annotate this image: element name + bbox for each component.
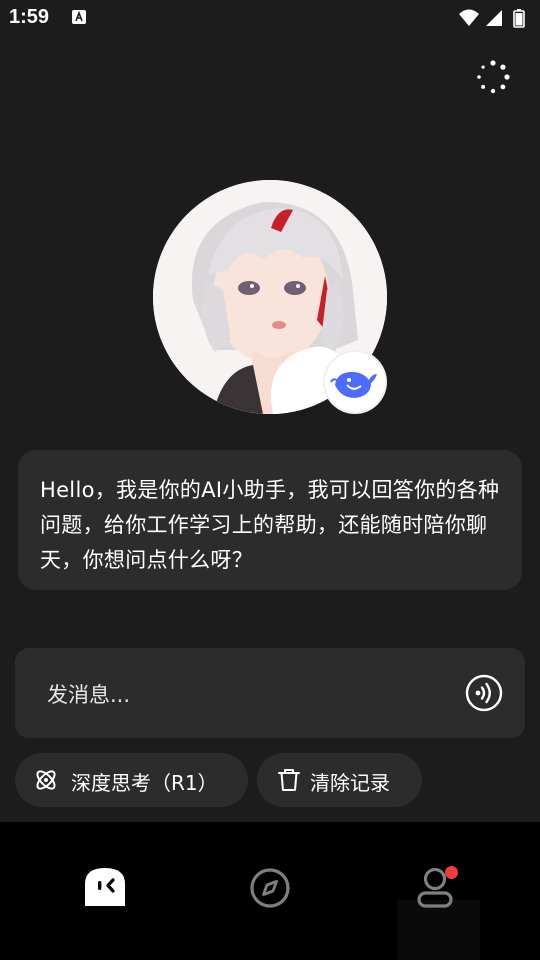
- clear-history-label: 清除记录: [310, 771, 390, 795]
- notification-a-icon: [72, 10, 86, 24]
- deep-think-label: 深度思考（R1）: [71, 771, 218, 795]
- status-time: 1:59: [9, 6, 50, 28]
- notification-dot: [445, 866, 458, 879]
- status-bar: 1:59: [0, 0, 540, 36]
- chat-icon: [85, 868, 125, 906]
- clear-history-button[interactable]: 清除记录: [257, 753, 422, 807]
- nav-tab-profile[interactable]: [413, 866, 458, 910]
- message-input-box[interactable]: 发消息...: [15, 648, 525, 738]
- deep-think-button[interactable]: 深度思考（R1）: [15, 753, 248, 807]
- atom-icon: [36, 770, 56, 790]
- assistant-message-bubble: Hello，我是你的AI小助手，我可以回答你的各种问题，给你工作学习上的帮助，还…: [18, 450, 522, 590]
- status-icons: [459, 9, 525, 28]
- trash-icon: [278, 769, 300, 791]
- nav-tab-chat[interactable]: [83, 866, 127, 910]
- nav-tab-discover[interactable]: [248, 866, 292, 910]
- deepseek-badge: [325, 352, 385, 412]
- message-input-placeholder[interactable]: 发消息...: [47, 679, 130, 709]
- battery-icon: [513, 9, 525, 28]
- assistant-avatar-group: [153, 180, 387, 414]
- wifi-icon: [459, 9, 479, 26]
- whale-icon: [330, 372, 377, 398]
- signal-icon: [486, 10, 502, 26]
- compass-icon: [250, 868, 290, 908]
- loading-spinner-icon[interactable]: [476, 60, 510, 94]
- assistant-greeting-text: Hello，我是你的AI小助手，我可以回答你的各种问题，给你工作学习上的帮助，还…: [40, 478, 500, 572]
- voice-input-icon[interactable]: [465, 674, 503, 712]
